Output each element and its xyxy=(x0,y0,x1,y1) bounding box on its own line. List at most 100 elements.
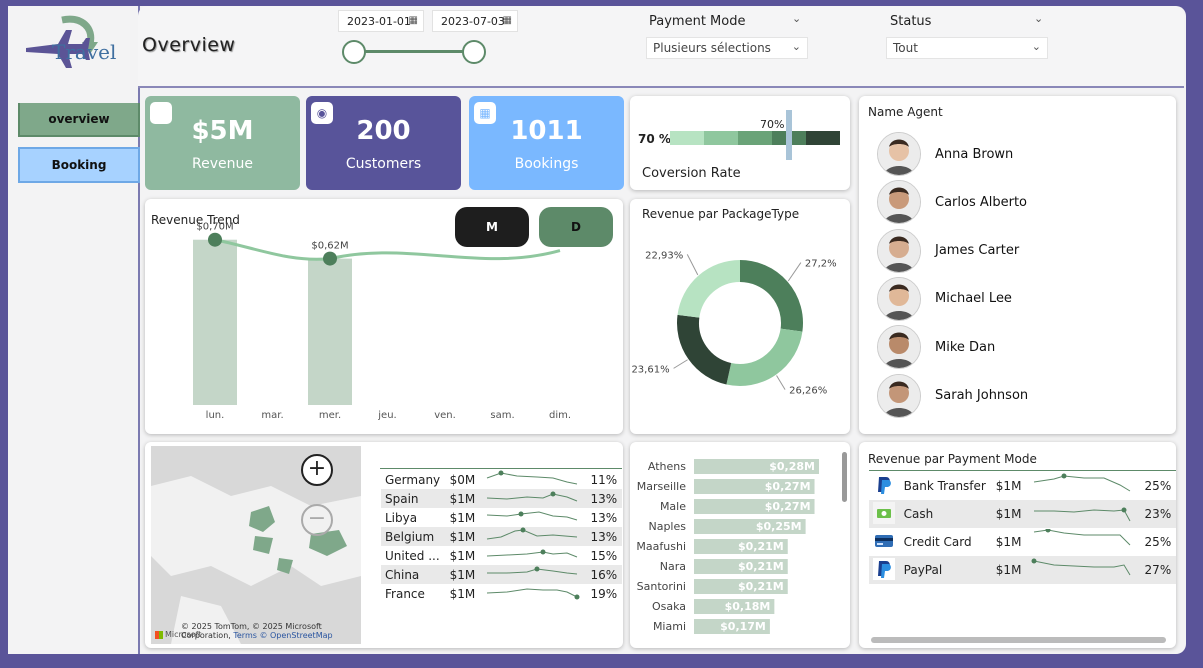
donut-leader-line xyxy=(776,375,786,390)
payment-row[interactable]: PayPal $1M 27% xyxy=(869,556,1176,584)
date-start-input[interactable]: 2023-01-01 ▦ xyxy=(338,10,424,32)
trend-bar-label: $0,70M xyxy=(196,222,233,233)
country-name: United ... xyxy=(385,548,440,563)
country-share: 13% xyxy=(590,529,618,544)
donut-leader-line xyxy=(787,262,802,282)
country-sparkline xyxy=(480,527,586,546)
city-bar-chart: Athens $0,28M Marseille $0,27M Male $0,27M Nap… xyxy=(636,459,819,634)
country-row[interactable]: France $1M 19% xyxy=(381,584,622,603)
country-row[interactable]: United ... $1M 15% xyxy=(381,546,622,565)
country-table-divider xyxy=(380,468,622,469)
city-scrollbar[interactable] xyxy=(842,452,847,502)
status-value: Tout xyxy=(893,41,918,55)
trend-day-label: jeu. xyxy=(377,410,396,421)
country-row[interactable]: China $1M 16% xyxy=(381,565,622,584)
payment-share: 23% xyxy=(1144,507,1172,521)
country-revenue: $0M xyxy=(449,472,476,487)
country-row[interactable]: Germany $0M 11% xyxy=(381,470,622,489)
country-share: 15% xyxy=(590,548,618,563)
map-osm-link[interactable]: © OpenStreetMap xyxy=(259,631,332,640)
payment-row[interactable]: Bank Transfer $1M 25% xyxy=(869,472,1176,500)
city-value-label: $0,18M xyxy=(725,600,771,613)
country-name: France xyxy=(385,586,425,601)
payment-row[interactable]: Cash $1M 23% xyxy=(869,500,1176,528)
trend-bar-label: $0,62M xyxy=(311,241,348,252)
payment-row[interactable]: Credit Card $1M 25% xyxy=(869,527,1176,556)
city-card: Athens $0,28M Marseille $0,27M Male $0,27M Nap… xyxy=(630,442,850,648)
zoom-in-button[interactable]: + xyxy=(301,454,333,486)
date-slider-start-handle[interactable] xyxy=(342,40,366,64)
map-card: + − © 2025 TomTom, © 2025 Microsoft Corp… xyxy=(145,442,623,648)
calendar-icon: ▦ xyxy=(408,15,418,26)
payment-revenue: $1M xyxy=(995,479,1022,493)
agent-item[interactable]: Carlos Alberto xyxy=(877,180,1028,225)
country-row[interactable]: Belgium $1M 13% xyxy=(381,527,622,546)
sidebar: Travel overview Booking xyxy=(8,6,140,654)
chevron-down-icon: ⌄ xyxy=(1031,40,1041,53)
chevron-down-icon: ⌄ xyxy=(791,40,801,53)
payment-title: Revenue par Payment Mode xyxy=(868,452,1037,466)
payment-mode-select[interactable]: Plusieurs sélections ⌄ xyxy=(646,37,808,59)
payment-sparkline xyxy=(1026,527,1140,556)
date-end-input[interactable]: 2023-07-03 ▦ xyxy=(432,10,518,32)
map-terms-link[interactable]: Terms xyxy=(233,631,257,640)
country-row[interactable]: Spain $1M 13% xyxy=(381,489,622,508)
agent-name: Mike Dan xyxy=(935,339,996,355)
package-card: Revenue par PackageType 27,2% 26,26% 23,61… xyxy=(630,199,850,434)
trend-bar xyxy=(193,239,237,405)
date-start-value: 2023-01-01 xyxy=(347,14,411,28)
city-label: Miami xyxy=(653,620,686,633)
status-select[interactable]: Tout ⌄ xyxy=(886,37,1048,59)
agent-item[interactable]: Michael Lee xyxy=(877,276,1012,321)
main-content: Overview 2023-01-01 ▦ 2023-07-03 ▦ Payme… xyxy=(138,6,1186,654)
donut-slice[interactable] xyxy=(677,260,741,319)
agent-item[interactable]: Mike Dan xyxy=(877,325,996,370)
country-sparkline xyxy=(480,546,586,565)
nav-overview[interactable]: overview xyxy=(18,103,140,137)
payment-card: Revenue par Payment Mode Bank Transfer $1… xyxy=(859,442,1176,648)
credit-card-icon xyxy=(869,528,900,556)
city-value-label: $0,25M xyxy=(756,520,802,533)
country-revenue: $1M xyxy=(449,510,476,525)
chevron-down-icon[interactable]: ⌄ xyxy=(792,12,801,25)
payment-name: PayPal xyxy=(903,563,943,577)
country-sparkline xyxy=(480,584,586,603)
trend-day-label: lun. xyxy=(206,410,225,421)
payment-name: Credit Card xyxy=(903,535,972,549)
agent-name: Michael Lee xyxy=(935,291,1012,307)
agent-name: Sarah Johnson xyxy=(935,388,1029,403)
donut-label: 22,93% xyxy=(645,250,683,261)
agent-item[interactable]: Sarah Johnson xyxy=(877,373,1029,418)
payment-sparkline xyxy=(1026,556,1140,584)
cash-icon xyxy=(869,500,900,528)
payment-horizontal-scrollbar[interactable] xyxy=(871,637,1166,643)
country-name: Libya xyxy=(385,510,418,525)
nav-booking[interactable]: Booking xyxy=(18,147,140,183)
trend-point[interactable] xyxy=(208,232,222,247)
date-slider-track[interactable] xyxy=(352,50,474,53)
agent-item[interactable]: Anna Brown xyxy=(877,132,1013,176)
agent-item[interactable]: James Carter xyxy=(877,228,1019,273)
calendar-icon: ▦ xyxy=(502,15,512,26)
kpi-value: $5M xyxy=(191,116,254,146)
donut-label: 23,61% xyxy=(631,364,669,375)
city-label: Naples xyxy=(648,520,686,533)
donut-slice[interactable] xyxy=(739,260,803,332)
city-label: Osaka xyxy=(652,600,686,613)
zoom-out-button[interactable]: − xyxy=(301,504,333,536)
country-share: 11% xyxy=(590,472,618,487)
microsoft-logo: Microsoft xyxy=(155,630,201,639)
donut-slice[interactable] xyxy=(677,314,732,385)
date-slider-end-handle[interactable] xyxy=(462,40,486,64)
payment-table-divider xyxy=(869,470,1176,471)
chevron-down-icon[interactable]: ⌄ xyxy=(1034,12,1043,25)
paypal-icon xyxy=(869,556,900,584)
city-label: Nara xyxy=(660,560,686,573)
kpi-value: 200 xyxy=(356,116,411,146)
trend-point[interactable] xyxy=(323,251,337,266)
avatar xyxy=(877,132,921,176)
agent-name: Carlos Alberto xyxy=(935,194,1028,210)
map-view[interactable]: + − © 2025 TomTom, © 2025 Microsoft Corp… xyxy=(151,446,361,644)
country-row[interactable]: Libya $1M 13% xyxy=(381,508,622,527)
donut-slice[interactable] xyxy=(726,328,803,386)
